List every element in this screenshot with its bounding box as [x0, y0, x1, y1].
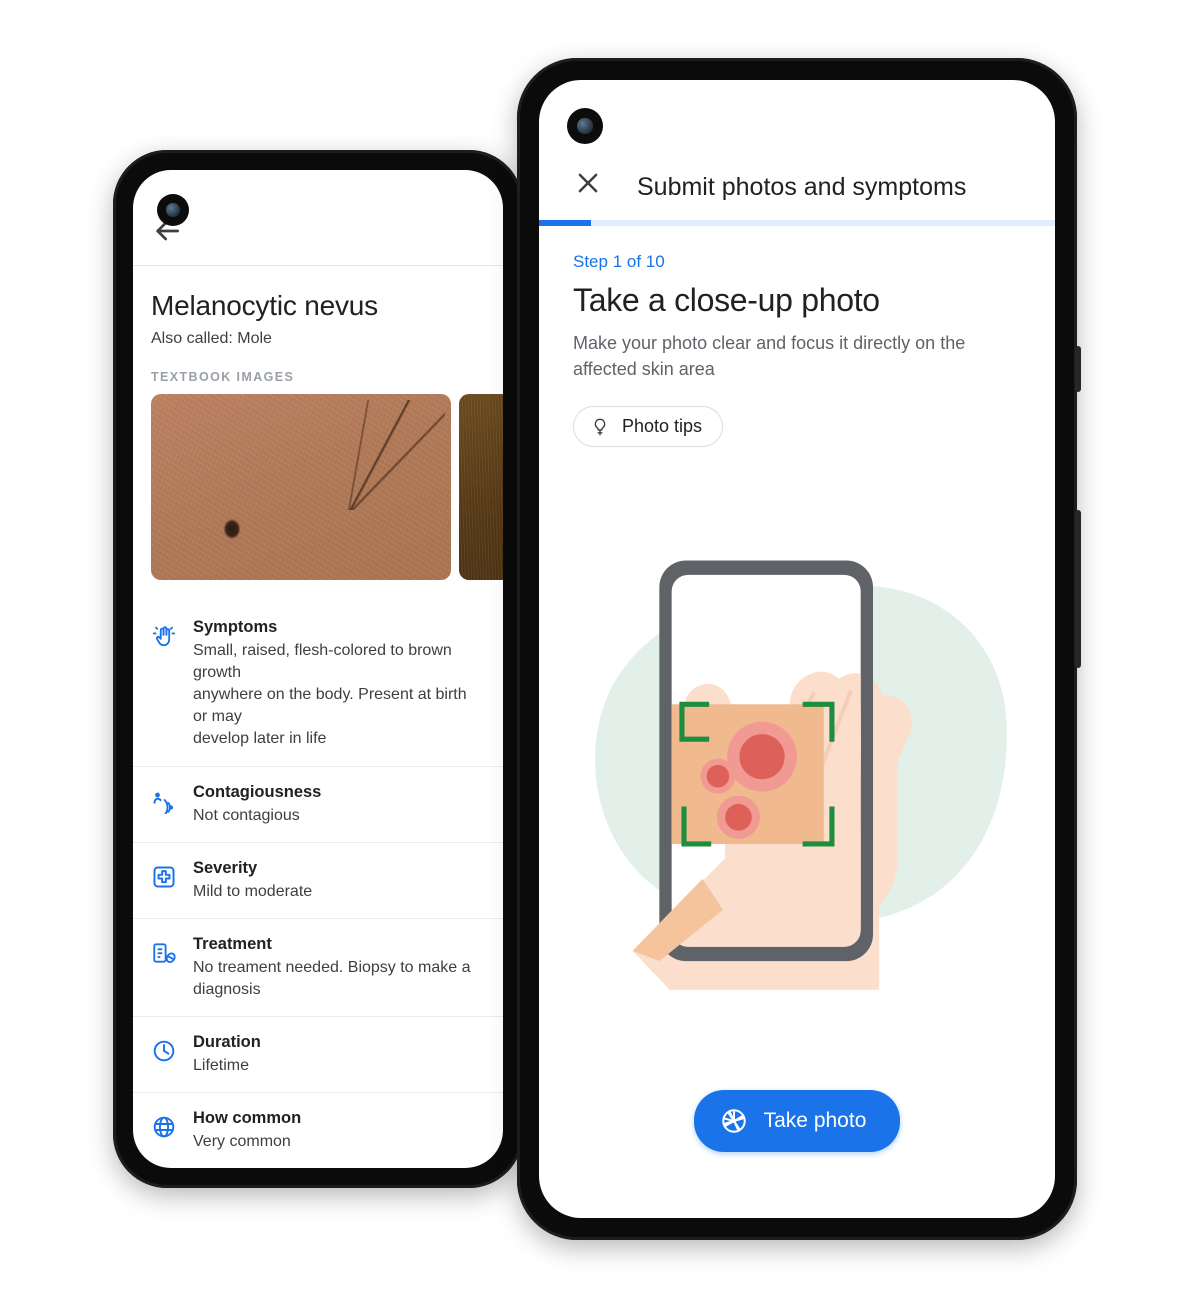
- hand-with-skin-lesions-in-camera-frame-illustration: [539, 447, 1055, 1090]
- right-phone-screen: Submit photos and symptoms Step 1 of 10 …: [539, 80, 1055, 1218]
- right-phone-device: Submit photos and symptoms Step 1 of 10 …: [517, 58, 1081, 1240]
- list-item[interactable]: Contagiousness Not contagious: [133, 765, 503, 842]
- condition-header: Melanocytic nevus Also called: Mole TEXT…: [133, 266, 503, 384]
- photo-tips-label: Photo tips: [622, 416, 703, 437]
- list-item[interactable]: How common Very common: [133, 1091, 503, 1168]
- page-title: Melanocytic nevus: [151, 289, 378, 321]
- clock-icon: [151, 1038, 177, 1064]
- globe-icon: [151, 1114, 177, 1140]
- front-camera-punch-hole: [157, 194, 189, 226]
- list-item[interactable]: Severity Mild to moderate: [133, 841, 503, 918]
- right-appbar: Submit photos and symptoms: [539, 80, 1055, 220]
- photo-tips-chip[interactable]: Photo tips: [573, 406, 724, 448]
- take-photo-label: Take photo: [763, 1109, 867, 1132]
- step-content: Step 1 of 10 Take a close-up photo Make …: [539, 226, 1055, 448]
- list-item-title: Severity: [193, 858, 258, 877]
- list-item-text: Small, raised, flesh-colored to brown gr…: [193, 642, 467, 748]
- list-item-text: Not contagious: [193, 806, 300, 824]
- left-phone-device: Melanocytic nevus Also called: Mole TEXT…: [113, 150, 523, 1188]
- list-item-title: Contagiousness: [193, 782, 322, 801]
- list-item[interactable]: Symptoms Small, raised, flesh-colored to…: [133, 602, 503, 765]
- step-counter: Step 1 of 10: [573, 252, 665, 271]
- page-subtitle: Also called: Mole: [151, 330, 272, 348]
- medical-cross-icon: [151, 864, 177, 890]
- camera-aperture-icon: [720, 1107, 748, 1135]
- list-item-title: Symptoms: [193, 618, 278, 637]
- list-item-text: Very common: [193, 1132, 291, 1150]
- textbook-image-2[interactable]: [459, 394, 503, 581]
- list-item-text: Lifetime: [193, 1056, 250, 1074]
- touch-hand-icon: [151, 623, 177, 649]
- appbar-title: Submit photos and symptoms: [637, 173, 967, 201]
- textbook-images-carousel[interactable]: [133, 394, 503, 581]
- power-button[interactable]: [1075, 510, 1081, 668]
- condition-details-list: Symptoms Small, raised, flesh-colored to…: [133, 602, 503, 1168]
- list-item[interactable]: Duration Lifetime: [133, 1015, 503, 1092]
- close-icon[interactable]: [573, 168, 603, 198]
- section-label-textbook-images: TEXTBOOK IMAGES: [151, 370, 295, 385]
- contagious-spread-icon: [151, 788, 177, 816]
- list-item-title: Duration: [193, 1032, 261, 1051]
- list-item[interactable]: Treatment No treament needed. Biopsy to …: [133, 917, 503, 1016]
- volume-button[interactable]: [1075, 346, 1081, 392]
- left-appbar: [133, 170, 503, 265]
- step-description: Make your photo clear and focus it direc…: [573, 333, 966, 379]
- screenshot-stage: Melanocytic nevus Also called: Mole TEXT…: [0, 0, 1200, 1312]
- list-item-text: Mild to moderate: [193, 882, 313, 900]
- list-item-title: How common: [193, 1108, 302, 1127]
- lightbulb-icon: [590, 417, 610, 437]
- step-title: Take a close-up photo: [573, 282, 880, 318]
- prescription-pill-icon: [151, 940, 177, 966]
- textbook-image-1[interactable]: [151, 394, 451, 581]
- left-phone-screen: Melanocytic nevus Also called: Mole TEXT…: [133, 170, 503, 1168]
- list-item-title: Treatment: [193, 934, 272, 953]
- take-photo-button[interactable]: Take photo: [693, 1090, 901, 1152]
- front-camera-punch-hole: [567, 108, 603, 144]
- list-item-text: No treament needed. Biopsy to make a dia…: [193, 958, 475, 998]
- cta-area: Take photo: [539, 1090, 1055, 1218]
